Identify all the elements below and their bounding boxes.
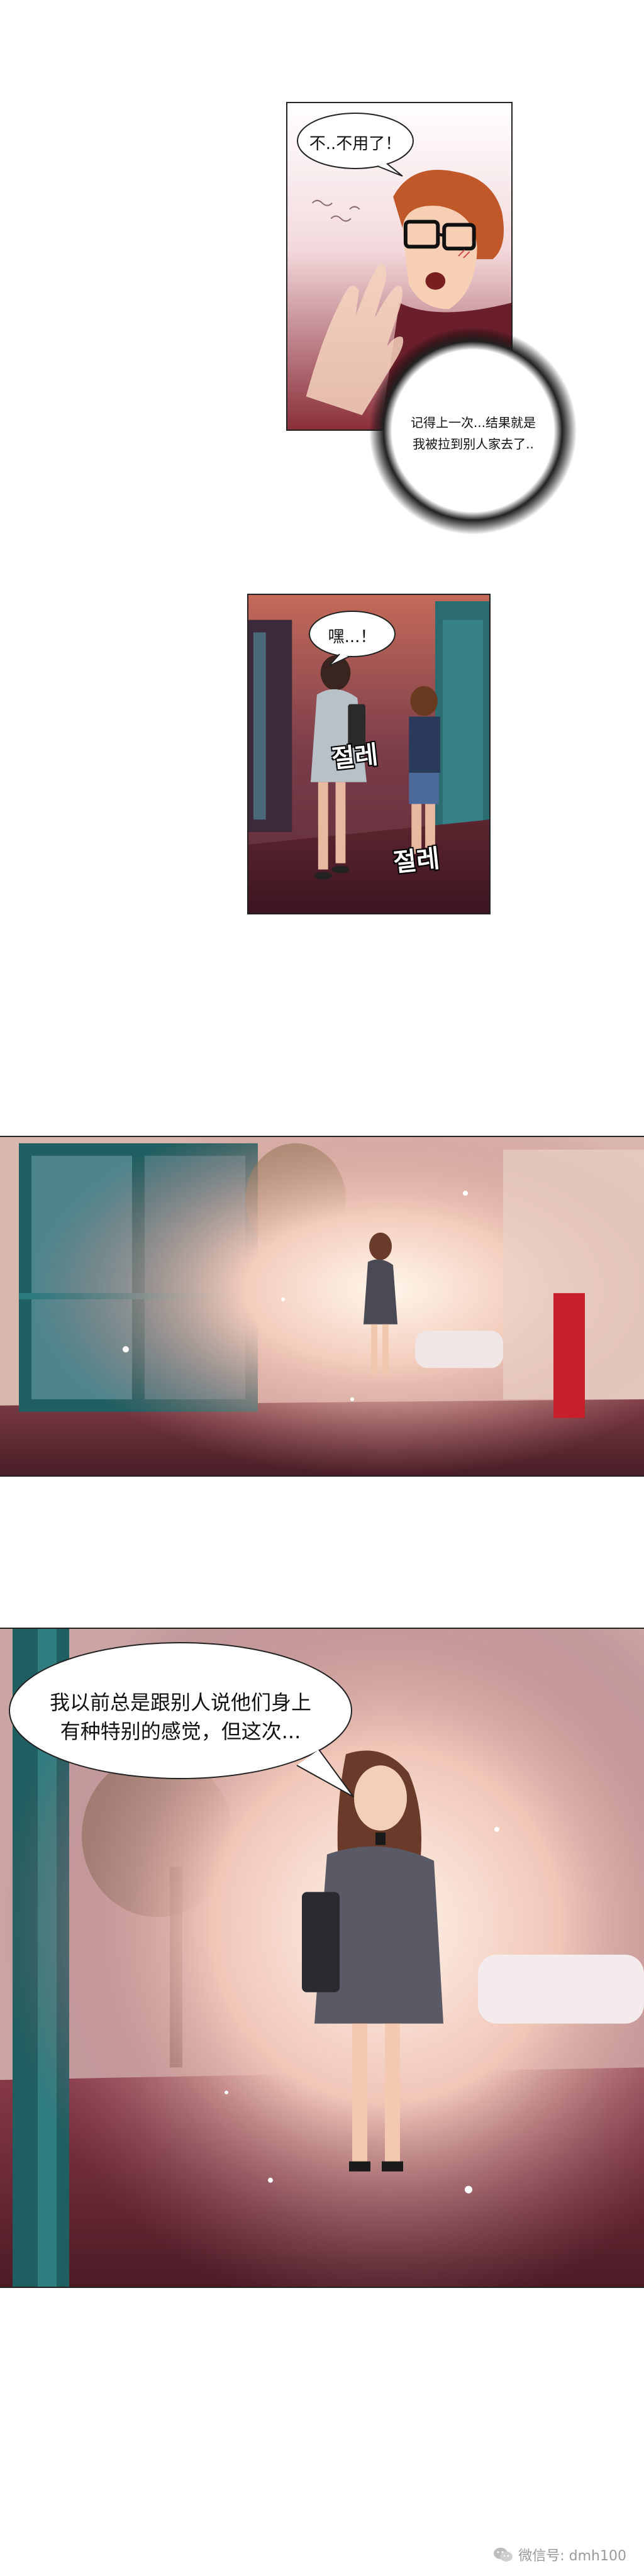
speech-bubble: 我以前总是跟别人说他们身上 有种特别的感觉，但这次...	[1, 1636, 360, 1800]
speech-text: 不..不用了！	[309, 135, 402, 153]
thought-bubble-shape	[369, 327, 577, 535]
watermark: 微信号: dmh100	[493, 2545, 626, 2565]
wechat-icon	[494, 2548, 513, 2562]
sfx-text-1: 절레	[330, 740, 380, 774]
speech-bubble: 嘿...！	[305, 606, 399, 666]
sfx-text-2: 절레	[392, 844, 441, 878]
panel-2: 嘿...！ 절레 절레	[247, 594, 491, 914]
panel-3	[0, 1136, 644, 1477]
panel-3-art	[0, 1137, 644, 1475]
speech-text-line-2: 有种特别的感觉，但这次...	[60, 1719, 301, 1743]
thought-bubble: 记得上一次...结果就是 我被拉到别人家去了..	[368, 326, 579, 536]
panel-4: 我以前总是跟别人说他们身上 有种特别的感觉，但这次...	[0, 1628, 644, 2288]
thought-text-line-2: 我被拉到别人家去了..	[413, 436, 534, 452]
speech-bubble: 不..不用了！	[292, 108, 418, 177]
speech-text: 嘿...！	[328, 628, 377, 647]
watermark-text: 微信号: dmh100	[518, 2548, 626, 2564]
thought-text-line-1: 记得上一次...结果就是	[410, 415, 536, 430]
speech-text-line-1: 我以前总是跟别人说他们身上	[49, 1690, 311, 1714]
